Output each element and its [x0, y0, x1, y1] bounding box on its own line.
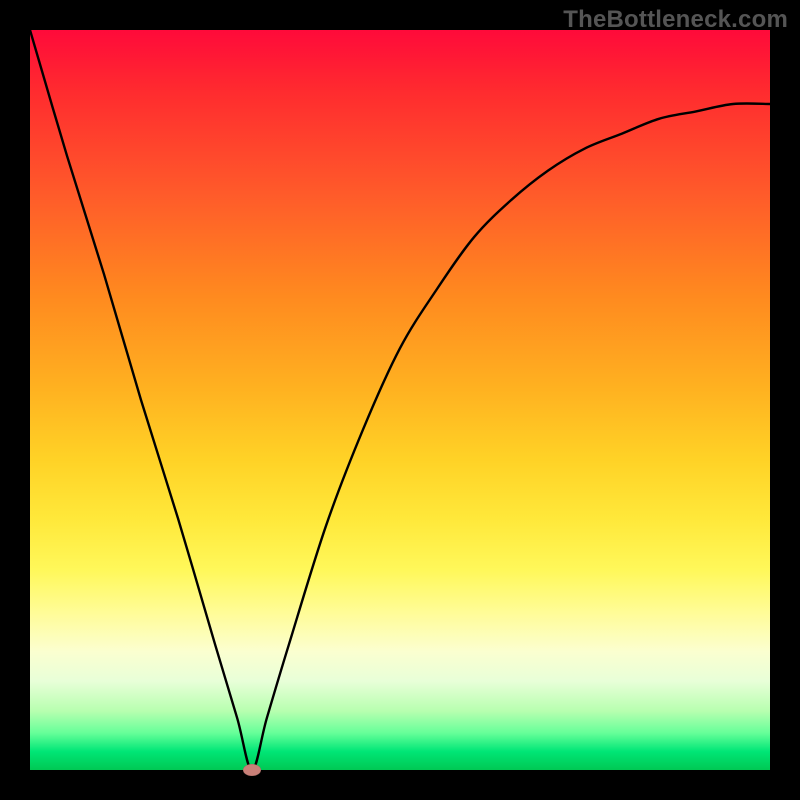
- chart-frame: TheBottleneck.com: [0, 0, 800, 800]
- plot-area: [30, 30, 770, 770]
- bottleneck-curve: [30, 30, 770, 770]
- watermark-text: TheBottleneck.com: [563, 6, 788, 34]
- minimum-marker: [243, 764, 261, 776]
